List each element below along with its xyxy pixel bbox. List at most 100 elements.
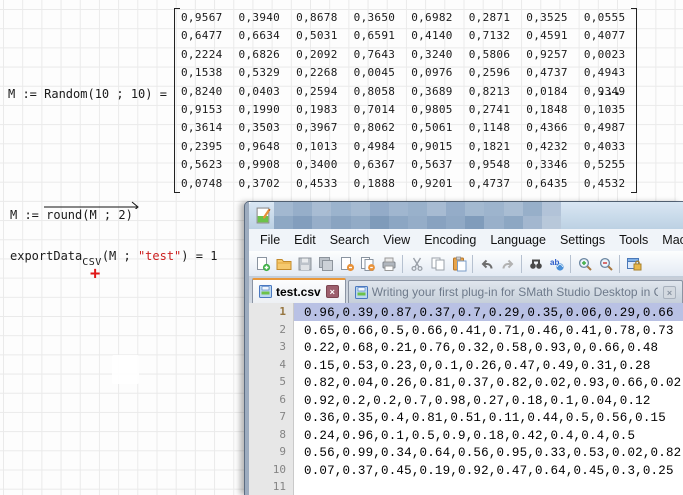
menu-view[interactable]: View	[376, 231, 417, 249]
new-file-icon[interactable]	[252, 253, 273, 275]
cut-icon[interactable]	[406, 253, 427, 275]
replace-icon[interactable]: ab	[546, 253, 567, 275]
menu-file[interactable]: File	[253, 231, 287, 249]
open-file-icon[interactable]	[273, 253, 294, 275]
matrix-cell: 0,9908	[239, 156, 281, 174]
matrix-cell: 0,6826	[239, 46, 281, 64]
toolbar-separator	[402, 255, 403, 273]
editor-line-10[interactable]: 10 0.07,0.37,0.45,0.19,0.92,0.47,0.64,0.4…	[249, 461, 683, 479]
menu-settings[interactable]: Settings	[553, 231, 612, 249]
matrix-cell: 0,0976	[411, 64, 453, 82]
mosaic-block	[504, 216, 523, 230]
export-args-close: ) = 1	[181, 249, 217, 263]
export-expression[interactable]: exportDataCSV(M ; "test") = 1	[10, 249, 217, 263]
mosaic-block	[427, 202, 446, 216]
matrix-cell: 0,5623	[181, 156, 223, 174]
matrix-left-bracket	[174, 8, 180, 193]
line-number: 9	[249, 443, 294, 461]
editor-lines: 10.96,0.39,0.87,0.37,0.7,0.29,0.35,0.06,…	[249, 303, 683, 495]
titlebar[interactable]	[249, 202, 683, 229]
csv-text: 0.22,0.68,0.21,0.76,0.32,0.58,0.93,0,0.6…	[304, 341, 658, 355]
tab-bar: test.csv × Writing your first plug-in fo…	[249, 277, 683, 303]
menu-edit[interactable]: Edit	[287, 231, 323, 249]
round-expression[interactable]: M := round(M ; 2)	[10, 208, 133, 222]
matrix-cell: 0,4140	[411, 27, 453, 45]
menu-tools[interactable]: Tools	[612, 231, 655, 249]
mosaic-block	[408, 216, 427, 230]
undo-icon[interactable]	[476, 253, 497, 275]
toolbar-separator	[521, 255, 522, 273]
paste-icon[interactable]	[448, 253, 469, 275]
close-tab-icon[interactable]: ×	[663, 286, 676, 299]
matrix-cell: 0,0748	[181, 175, 223, 193]
line-number: 7	[249, 408, 294, 426]
matrix-cell: 0,8240	[181, 83, 223, 101]
menu-language[interactable]: Language	[483, 231, 553, 249]
toolbar: ab	[249, 251, 683, 277]
line-number: 8	[249, 426, 294, 444]
mosaic-block	[542, 202, 561, 216]
copy-icon[interactable]	[427, 253, 448, 275]
matrix-cell: 0,6477	[181, 27, 223, 45]
line-content: 0.36,0.35,0.4,0.81,0.51,0.11,0.44,0.5,0.…	[294, 408, 683, 426]
matrix-cell: 0,9648	[239, 138, 281, 156]
line-number: 6	[249, 391, 294, 409]
csv-text: 0.65,0.66,0.5,0.66,0.41,0.71,0.46,0.41,0…	[304, 324, 674, 338]
zoom-in-icon[interactable]	[574, 253, 595, 275]
sync-view-icon[interactable]	[623, 253, 644, 275]
line-content: 0.96,0.39,0.87,0.37,0.7,0.29,0.35,0.06,0…	[294, 303, 683, 321]
vectorize-arrow-icon	[44, 200, 140, 209]
mosaic-block	[484, 202, 503, 216]
editor-line-1[interactable]: 10.96,0.39,0.87,0.37,0.7,0.29,0.35,0.06,…	[249, 303, 683, 321]
editor-line-11[interactable]: 11	[249, 478, 683, 495]
editor-line-8[interactable]: 80.24,0.96,0.1,0.5,0.9,0.18,0.42,0.4,0.4…	[249, 426, 683, 444]
matrix-cell: 0,4591	[526, 27, 568, 45]
matrix-cell: 0,4737	[469, 175, 511, 193]
mosaic-block	[484, 216, 503, 230]
matrix-cell: 0,4987	[584, 119, 626, 137]
insertion-cursor-crosshair[interactable]: +	[90, 264, 100, 284]
zoom-out-icon[interactable]	[595, 253, 616, 275]
text-editor[interactable]: 10.96,0.39,0.87,0.37,0.7,0.29,0.35,0.06,…	[249, 303, 683, 495]
close-all-icon[interactable]	[357, 253, 378, 275]
tab-label: Writing your first plug-in for SMath Stu…	[372, 285, 658, 299]
print-icon[interactable]	[378, 253, 399, 275]
line-content: 0.07,0.37,0.45,0.19,0.92,0.47,0.64,0.45,…	[294, 461, 683, 479]
editor-line-9[interactable]: 90.56,0.99,0.34,0.64,0.56,0.95,0.33,0.53…	[249, 443, 683, 461]
notepadpp-window: FileEditSearchViewEncodingLanguageSettin…	[245, 202, 683, 495]
mosaic-block	[370, 216, 389, 230]
matrix-cell: 0,2594	[296, 83, 338, 101]
line-content: 0.56,0.99,0.34,0.64,0.56,0.95,0.33,0.53,…	[294, 443, 683, 461]
export-args-open: (M ;	[102, 249, 138, 263]
close-tab-icon[interactable]: ×	[326, 285, 339, 298]
tab-test-csv[interactable]: test.csv ×	[252, 278, 346, 303]
line-number: 10	[249, 461, 294, 479]
menu-encoding[interactable]: Encoding	[417, 231, 483, 249]
redo-icon[interactable]	[497, 253, 518, 275]
matrix-cell: 0,4532	[584, 175, 626, 193]
mosaic-block	[293, 202, 312, 216]
menu-macro[interactable]: Macro	[655, 231, 683, 249]
line-content	[294, 478, 683, 495]
matrix-definition-expression[interactable]: M := Random(10 ; 10) =	[8, 87, 167, 101]
matrix-cell: 0,6435	[526, 175, 568, 193]
mosaic-block	[312, 216, 331, 230]
tab-smath-plugin-doc[interactable]: Writing your first plug-in for SMath Stu…	[348, 280, 683, 303]
editor-line-7[interactable]: 70.36,0.35,0.4,0.81,0.51,0.11,0.44,0.5,0…	[249, 408, 683, 426]
close-file-icon[interactable]	[336, 253, 357, 275]
matrix-cell: 0,9153	[181, 101, 223, 119]
editor-line-3[interactable]: 30.22,0.68,0.21,0.76,0.32,0.58,0.93,0,0.…	[249, 338, 683, 356]
save-all-icon[interactable]	[315, 253, 336, 275]
save-icon[interactable]	[294, 253, 315, 275]
csv-text: 0.07,0.37,0.45,0.19,0.92,0.47,0.64,0.45,…	[304, 464, 674, 478]
menu-search[interactable]: Search	[323, 231, 377, 249]
matrix-cell: 0,3650	[354, 9, 396, 27]
find-icon[interactable]	[525, 253, 546, 275]
line-number: 4	[249, 356, 294, 374]
editor-line-2[interactable]: 2 0.65,0.66,0.5,0.66,0.41,0.71,0.46,0.41,…	[249, 321, 683, 339]
editor-line-5[interactable]: 50.82,0.04,0.26,0.81,0.37,0.82,0.02,0.93…	[249, 373, 683, 391]
matrix-cell: 0,5255	[584, 156, 626, 174]
editor-line-6[interactable]: 60.92,0.2,0.2,0.7,0.98,0.27,0.18,0.1,0.0…	[249, 391, 683, 409]
line-number: 2	[249, 321, 294, 339]
editor-line-4[interactable]: 40.15,0.53,0.23,0,0.1,0.26,0.47,0.49,0.3…	[249, 356, 683, 374]
